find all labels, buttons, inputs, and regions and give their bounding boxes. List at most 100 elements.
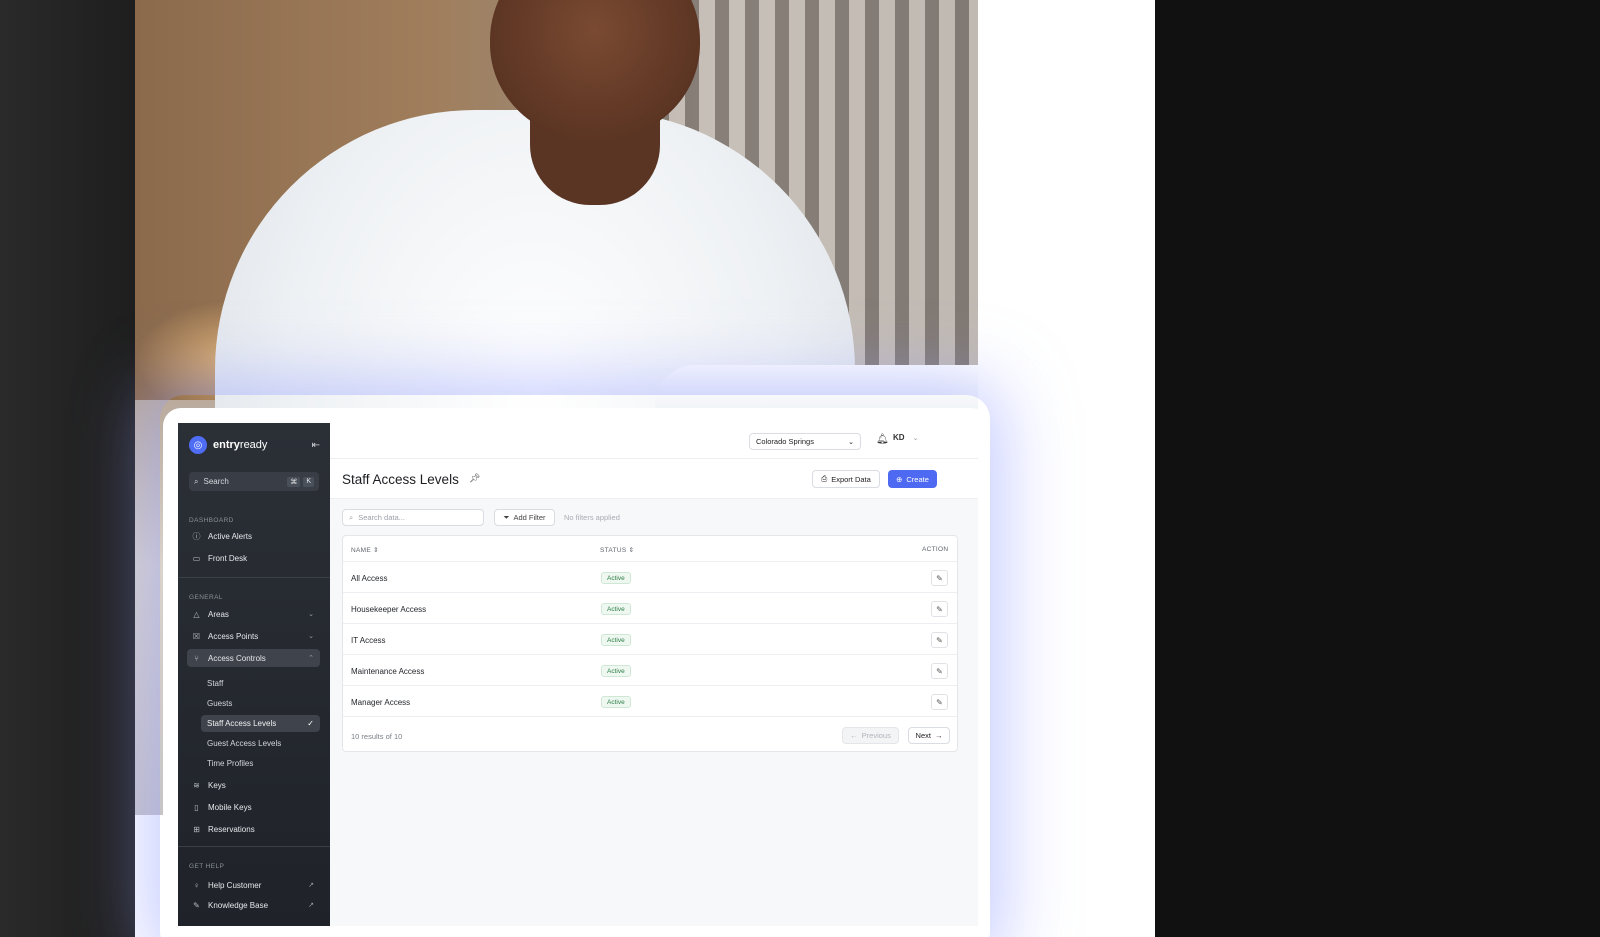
table-row[interactable]: All Access Active ✎ (343, 562, 957, 593)
sidebar-subitem-time-profiles[interactable]: Time Profiles (201, 755, 320, 772)
row-name: All Access (351, 574, 388, 583)
sidebar-item-label: Mobile Keys (208, 802, 252, 812)
arrow-right-icon: → (934, 731, 943, 740)
table-row[interactable]: IT Access Active ✎ (343, 624, 957, 655)
add-filter-label: Add Filter (513, 513, 546, 522)
add-filter-button[interactable]: ⏷ Add Filter (494, 509, 555, 526)
sidebar-item-label: Active Alerts (208, 531, 253, 541)
triangle-icon: △ (193, 609, 200, 619)
chevron-down-icon: ⌄ (912, 434, 919, 442)
lightbulb-icon: ♀ (193, 880, 200, 890)
section-dashboard: DASHBOARD (189, 517, 234, 524)
column-header-name[interactable]: NAME ⇕ (351, 546, 379, 554)
edit-icon[interactable]: ✎ (931, 632, 948, 648)
edit-icon[interactable]: ✎ (931, 570, 948, 586)
sidebar-item-keys[interactable]: ≋ Keys (187, 776, 320, 794)
sidebar-subitem-staff-access-levels[interactable]: Staff Access Levels ✓ (201, 715, 320, 732)
table-search-input[interactable]: ⌕ Search data... (342, 509, 484, 526)
sidebar-item-areas[interactable]: △ Areas ⌄ (187, 605, 320, 623)
right-dark-margin (1155, 0, 1600, 937)
create-button[interactable]: ⊕ Create (888, 470, 937, 488)
location-select[interactable]: Colorado Springs ⌄ (749, 433, 861, 450)
user-menu[interactable]: KD ⌄ (893, 433, 918, 442)
bell-icon[interactable]: 🔔︎ (876, 434, 889, 445)
chevron-down-icon: ⌄ (308, 633, 314, 640)
sidebar-subitem-label: Guests (207, 699, 233, 708)
sidebar-item-label: Help Customer (208, 880, 262, 890)
table-row[interactable]: Housekeeper Access Active ✎ (343, 593, 957, 624)
pin-icon[interactable]: 📌︎ (469, 473, 480, 484)
search-placeholder: Search data... (358, 513, 405, 522)
command-key: ⌘ (287, 476, 301, 487)
grid-icon: ⊞ (193, 824, 200, 834)
search-icon: ⌕ (349, 512, 354, 522)
sidebar-subitem-guest-access-levels[interactable]: Guest Access Levels (201, 735, 320, 752)
entryready-logo-icon[interactable]: ◎ (189, 436, 207, 454)
column-header-status[interactable]: STATUS ⇕ (600, 546, 634, 554)
sidebar-item-label: Access Controls (208, 653, 266, 663)
sidebar-search[interactable]: ⌕ Search ⌘ K (189, 472, 319, 491)
sidebar-subitem-guests[interactable]: Guests (201, 695, 320, 712)
sidebar-subitem-label: Time Profiles (207, 759, 254, 768)
status-badge: Active (601, 665, 631, 677)
create-label: Create (906, 474, 929, 484)
chevron-down-icon: ⌄ (848, 438, 854, 446)
filter-status-text: No filters applied (564, 513, 620, 522)
sidebar-item-access-points[interactable]: ☒ Access Points ⌄ (187, 627, 320, 645)
monitor-icon: ▭ (192, 553, 201, 563)
top-bar: Colorado Springs ⌄ 🔔︎ KD ⌄ (330, 423, 978, 459)
access-levels-table: NAME ⇕ STATUS ⇕ ACTION All Access Active… (342, 535, 958, 752)
table-row[interactable]: Maintenance Access Active ✎ (343, 655, 957, 686)
sidebar-divider (178, 577, 330, 578)
brand-name: entryready (213, 439, 268, 451)
sidebar-item-front-desk[interactable]: ▭ Front Desk (187, 549, 320, 567)
external-link-icon: ↗ (308, 902, 314, 909)
row-name: IT Access (351, 636, 386, 645)
table-row[interactable]: Manager Access Active ✎ (343, 686, 957, 717)
edit-icon[interactable]: ✎ (931, 601, 948, 617)
collapse-sidebar-icon[interactable]: ⇤ (312, 440, 320, 451)
sidebar-item-mobile-keys[interactable]: ▯ Mobile Keys (187, 798, 320, 816)
main-content: Colorado Springs ⌄ 🔔︎ KD ⌄ Staff Access … (330, 423, 978, 926)
export-data-button[interactable]: ⎙ Export Data (812, 470, 880, 488)
table-header-row: NAME ⇕ STATUS ⇕ ACTION (343, 536, 957, 562)
sidebar-item-access-controls[interactable]: ⑂ Access Controls ⌃ (187, 649, 320, 667)
file-export-icon: ⎙ (821, 474, 828, 483)
phone-icon: ▯ (194, 802, 199, 812)
sidebar-subitem-label: Staff Access Levels (207, 719, 277, 728)
next-label: Next (915, 731, 931, 740)
search-icon: ⌕ (194, 476, 199, 486)
sidebar-item-help-customer[interactable]: ♀ Help Customer ↗ (187, 876, 320, 894)
previous-label: Previous (861, 731, 891, 740)
location-value: Colorado Springs (756, 437, 814, 446)
next-page-button[interactable]: Next → (908, 727, 950, 744)
edit-icon[interactable]: ✎ (931, 694, 948, 710)
sidebar-item-active-alerts[interactable]: ⓘ Active Alerts (187, 527, 320, 545)
section-general: GENERAL (189, 594, 223, 601)
previous-page-button[interactable]: ← Previous (842, 727, 899, 744)
edit-icon[interactable]: ✎ (931, 663, 948, 679)
check-icon: ✓ (307, 719, 314, 728)
arrow-left-icon: ← (850, 731, 858, 740)
page-title: Staff Access Levels (342, 472, 459, 487)
branch-icon: ⑂ (194, 653, 199, 663)
column-header-action: ACTION (922, 546, 949, 553)
sidebar-item-knowledge-base[interactable]: ✎ Knowledge Base ↗ (187, 896, 320, 914)
status-badge: Active (601, 634, 631, 646)
sidebar-item-label: Access Points (208, 631, 259, 641)
sidebar-subitem-staff[interactable]: Staff (201, 675, 320, 692)
brand-row: ◎ entryready ⇤ (189, 435, 320, 455)
avatar: KD (893, 433, 905, 442)
left-dark-margin (0, 0, 135, 937)
book-icon: ✎ (193, 900, 200, 910)
status-badge: Active (601, 603, 631, 615)
chevron-up-icon: ⌃ (308, 655, 314, 662)
sidebar-subitem-label: Staff (207, 679, 224, 688)
section-get-help: GET HELP (189, 863, 225, 870)
sidebar-item-label: Front Desk (208, 553, 248, 563)
chevron-down-icon: ⌄ (308, 611, 314, 618)
sidebar: ◎ entryready ⇤ ⌕ Search ⌘ K DASHBOARD ⓘ … (178, 423, 330, 926)
sidebar-item-reservations[interactable]: ⊞ Reservations (187, 820, 320, 838)
sidebar-item-label: Keys (208, 780, 226, 790)
sidebar-item-label: Reservations (208, 824, 255, 834)
